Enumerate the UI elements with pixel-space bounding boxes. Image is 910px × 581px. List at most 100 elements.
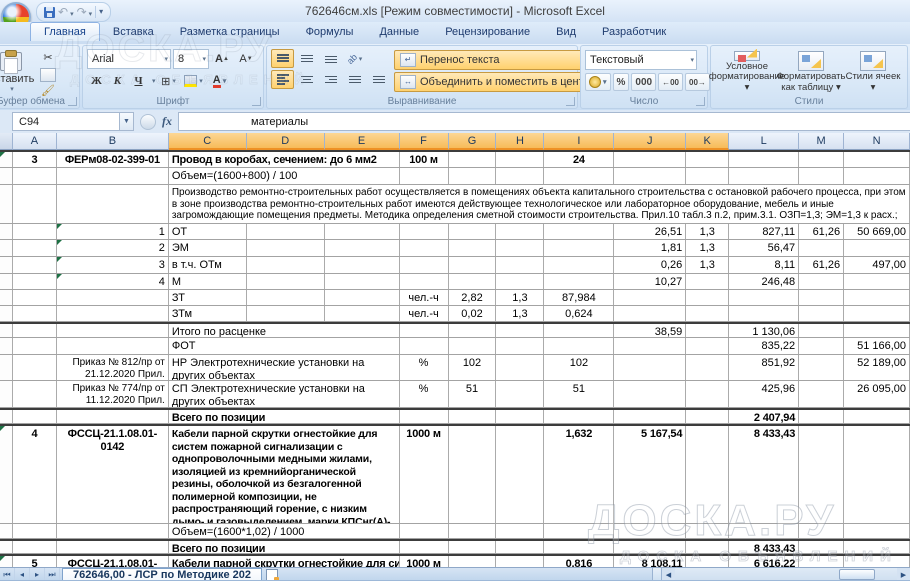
cell[interactable] — [799, 290, 844, 305]
cell[interactable]: 8,11 — [729, 257, 799, 273]
cell[interactable] — [325, 274, 400, 289]
cell[interactable] — [400, 338, 449, 354]
cell[interactable] — [799, 355, 844, 380]
column-header-N[interactable]: N — [844, 133, 910, 150]
cell[interactable] — [247, 224, 325, 239]
cell[interactable] — [544, 274, 614, 289]
cell[interactable]: 2,82 — [449, 290, 497, 305]
name-box-dropdown-icon[interactable]: ▼ — [120, 112, 134, 131]
cell[interactable]: Производство ремонтно-строительных работ… — [169, 185, 910, 223]
tab-view[interactable]: Вид — [543, 22, 589, 41]
cell[interactable] — [799, 274, 844, 289]
cell[interactable] — [844, 524, 910, 538]
cell[interactable] — [614, 306, 686, 321]
cell[interactable]: 827,11 — [729, 224, 799, 239]
cell[interactable]: 2 — [57, 240, 169, 256]
cell[interactable] — [496, 274, 544, 289]
column-header-G[interactable]: G — [449, 133, 497, 150]
cell[interactable]: 61,26 — [799, 224, 844, 239]
cell[interactable]: ФОТ — [169, 338, 400, 354]
cell[interactable]: Итого по расценке — [169, 324, 400, 337]
cell[interactable] — [799, 338, 844, 354]
cell[interactable] — [13, 290, 57, 305]
cell[interactable] — [13, 355, 57, 380]
cell[interactable] — [544, 224, 614, 239]
cell[interactable] — [0, 257, 13, 273]
wrap-text-button[interactable]: ↵Перенос текста — [394, 50, 607, 70]
cell[interactable]: 8 433,43 — [729, 426, 799, 523]
cell[interactable]: Приказ № 774/пр от 11.12.2020 Прил. п.49… — [57, 381, 169, 407]
cell[interactable] — [496, 168, 544, 184]
cell[interactable] — [0, 168, 13, 184]
cell[interactable] — [400, 257, 449, 273]
cell[interactable] — [496, 541, 544, 553]
cell[interactable] — [57, 168, 169, 184]
cell[interactable] — [13, 338, 57, 354]
cell[interactable] — [0, 324, 13, 337]
cell[interactable]: 3 — [57, 257, 169, 273]
cell[interactable]: 26 095,00 — [844, 381, 910, 407]
copy-icon[interactable] — [37, 67, 59, 83]
cell[interactable]: 425,96 — [729, 381, 799, 407]
cell[interactable] — [686, 290, 729, 305]
align-right-icon[interactable] — [319, 70, 342, 89]
cell[interactable] — [496, 224, 544, 239]
cell[interactable] — [496, 410, 544, 423]
cell[interactable]: % — [400, 355, 449, 380]
cell[interactable]: ФССЦ-21.1.08.01-0142 — [57, 426, 169, 523]
cell[interactable]: ЗТ — [169, 290, 247, 305]
cell[interactable] — [13, 410, 57, 423]
cell[interactable] — [13, 306, 57, 321]
number-format-select[interactable]: Текстовый▾ — [585, 50, 697, 70]
cell[interactable] — [400, 524, 449, 538]
cell[interactable] — [729, 290, 799, 305]
insert-function-icon[interactable]: fx — [162, 114, 172, 129]
cell[interactable]: 56,47 — [729, 240, 799, 256]
cell[interactable]: Кабели парной скрутки огнестойкие для си… — [169, 426, 400, 523]
cell[interactable] — [686, 541, 729, 553]
cell[interactable] — [0, 410, 13, 423]
tab-review[interactable]: Рецензирование — [432, 22, 543, 41]
cell[interactable]: ОТ — [169, 224, 247, 239]
cell[interactable]: 2 407,94 — [729, 410, 799, 423]
cell[interactable] — [13, 274, 57, 289]
cell[interactable] — [0, 185, 13, 223]
cell[interactable]: 26,51 — [614, 224, 686, 239]
column-header-M[interactable]: M — [799, 133, 844, 150]
cell[interactable] — [247, 290, 325, 305]
cell[interactable]: 1,3 — [686, 240, 729, 256]
font-name-select[interactable]: Arial▾ — [87, 49, 171, 69]
cell[interactable] — [729, 306, 799, 321]
cell[interactable] — [0, 274, 13, 289]
cell[interactable] — [325, 290, 400, 305]
cell[interactable]: 38,59 — [614, 324, 686, 337]
cell[interactable] — [496, 381, 544, 407]
cell[interactable]: Всего по позиции — [169, 410, 400, 423]
cell[interactable] — [400, 410, 449, 423]
fill-color-icon[interactable]: ▾ — [182, 72, 206, 90]
cell[interactable] — [844, 240, 910, 256]
cell[interactable] — [0, 224, 13, 239]
cell[interactable] — [844, 426, 910, 523]
cell[interactable]: 835,22 — [729, 338, 799, 354]
cell[interactable]: 3 — [13, 152, 57, 167]
cell[interactable] — [0, 541, 13, 553]
cell[interactable] — [0, 524, 13, 538]
column-header-D[interactable]: D — [247, 133, 325, 150]
cell[interactable]: 102 — [544, 355, 614, 380]
cell[interactable] — [496, 426, 544, 523]
cell[interactable] — [57, 324, 169, 337]
tab-home[interactable]: Главная — [30, 22, 100, 41]
cell[interactable] — [496, 524, 544, 538]
column-header-I[interactable]: I — [544, 133, 614, 150]
cell[interactable] — [544, 541, 614, 553]
cell[interactable]: ЭМ — [169, 240, 247, 256]
cell[interactable] — [496, 324, 544, 337]
column-header-C[interactable]: C — [169, 133, 247, 150]
cell[interactable] — [449, 541, 497, 553]
decrease-decimal-icon[interactable]: 00→ — [685, 73, 710, 91]
cell[interactable] — [0, 426, 13, 523]
cell[interactable]: 4 — [13, 426, 57, 523]
cell[interactable] — [13, 524, 57, 538]
cell[interactable] — [614, 381, 686, 407]
